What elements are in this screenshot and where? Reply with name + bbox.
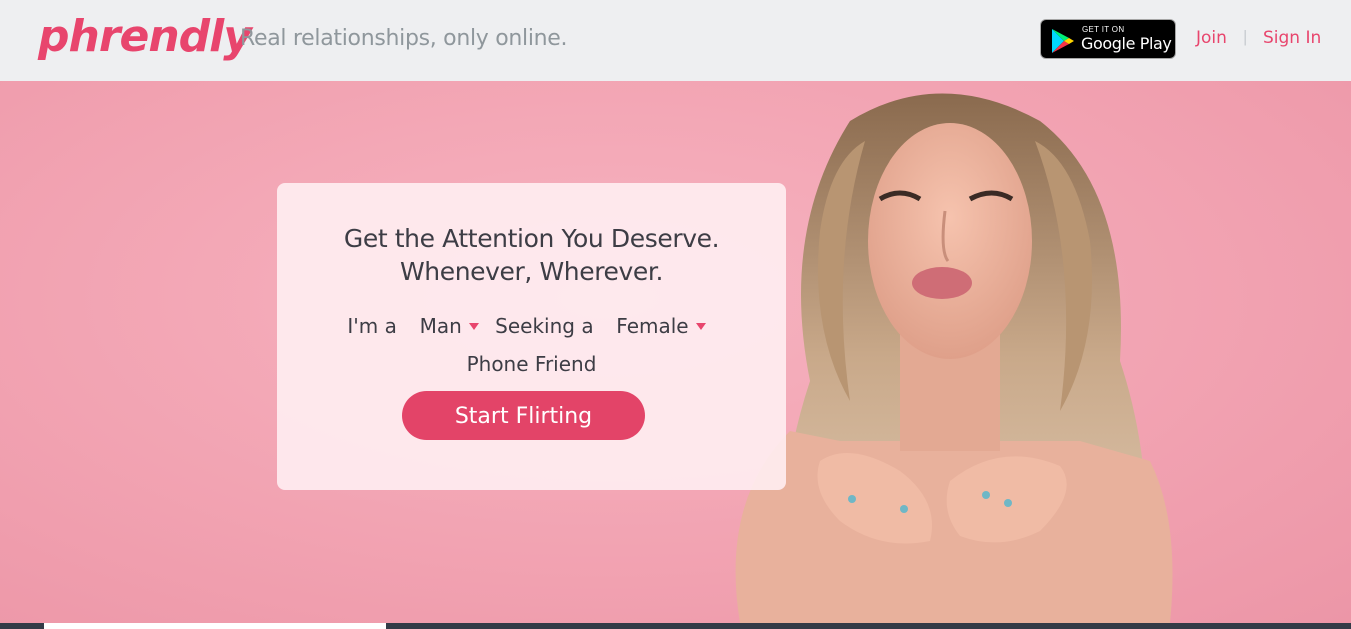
top-header: phrendly Real relationships, only online… bbox=[0, 0, 1351, 81]
signup-card: Get the Attention You Deserve. Whenever,… bbox=[277, 183, 786, 490]
preference-selector-row: I'm a Man Seeking a Female bbox=[277, 312, 786, 338]
google-play-label: Google Play bbox=[1081, 34, 1172, 53]
headline-line-2: Whenever, Wherever. bbox=[399, 257, 664, 286]
gender-value: Man bbox=[419, 314, 462, 339]
relationship-type[interactable]: Phone Friend bbox=[277, 352, 786, 376]
google-play-badge[interactable]: GET IT ON Google Play bbox=[1040, 19, 1176, 59]
seeking-select[interactable]: Female bbox=[616, 313, 715, 339]
seeking-caret-icon bbox=[695, 322, 706, 330]
phrendly-logo[interactable]: phrendly bbox=[38, 8, 252, 66]
im-a-label: I'm a bbox=[347, 313, 397, 338]
nav-separator: | bbox=[1243, 27, 1248, 46]
sign-in-link[interactable]: Sign In bbox=[1263, 28, 1321, 48]
tagline: Real relationships, only online. bbox=[240, 26, 568, 51]
seeking-label: Seeking a bbox=[495, 313, 594, 338]
gender-select[interactable]: Man bbox=[419, 313, 489, 339]
google-play-small-label: GET IT ON bbox=[1082, 25, 1125, 34]
headline-line-1: Get the Attention You Deserve. bbox=[343, 224, 720, 253]
google-play-icon bbox=[1052, 29, 1074, 53]
start-flirting-button[interactable]: Start Flirting bbox=[402, 391, 645, 440]
gender-caret-icon bbox=[468, 322, 479, 330]
seeking-value: Female bbox=[616, 314, 689, 339]
bottom-tab-highlight bbox=[44, 623, 386, 629]
join-link[interactable]: Join bbox=[1196, 28, 1227, 48]
